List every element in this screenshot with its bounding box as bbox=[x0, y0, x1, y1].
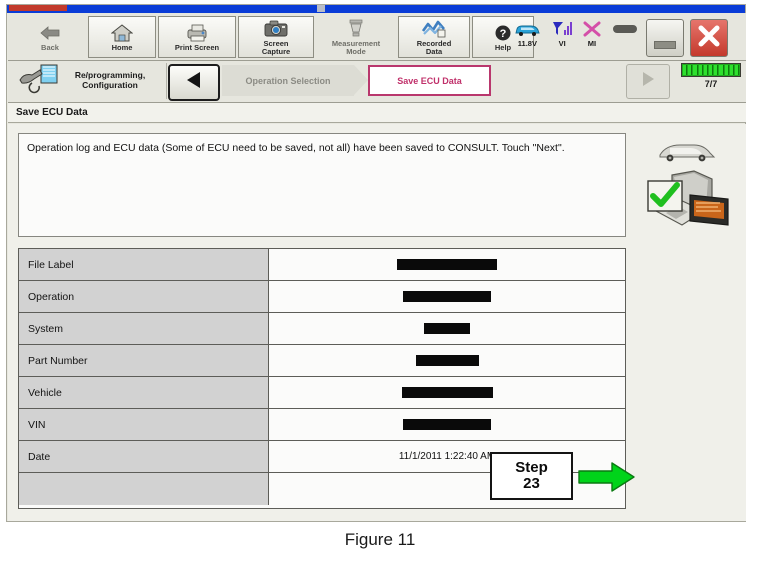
consult-app-window: Back Home Print Screen Screen Capture Me… bbox=[6, 4, 746, 522]
back-arrow-icon bbox=[39, 23, 61, 43]
status-message-text: Operation log and ECU data (Some of ECU … bbox=[27, 142, 565, 154]
page-title: Save ECU Data bbox=[8, 103, 746, 123]
step-callout-number: 23 bbox=[523, 475, 540, 492]
toolbar-button-recorded-data[interactable]: Recorded Data bbox=[398, 16, 470, 58]
toolbar-label-back: Back bbox=[41, 42, 59, 52]
redacted-value bbox=[424, 323, 470, 334]
main-toolbar: Back Home Print Screen Screen Capture Me… bbox=[8, 13, 746, 61]
breadcrumb-forward-button[interactable] bbox=[626, 64, 670, 99]
breadcrumb-bar: Re/programming, Configuration Operation … bbox=[8, 61, 746, 103]
close-icon bbox=[696, 23, 722, 54]
table-key: VIN bbox=[19, 409, 269, 440]
status-label-voltage: 11.8V bbox=[517, 39, 537, 48]
green-right-arrow-icon bbox=[578, 462, 636, 492]
table-value bbox=[269, 409, 625, 440]
toolbar-label-measurement-mode: Measurement Mode bbox=[331, 38, 381, 56]
svg-text:?: ? bbox=[500, 28, 507, 40]
breadcrumb-current-label: Save ECU Data bbox=[397, 75, 462, 86]
breadcrumb-step-save-ecu-data[interactable]: Save ECU Data bbox=[368, 65, 491, 96]
redacted-value bbox=[415, 355, 479, 366]
table-row: Operation bbox=[19, 281, 625, 313]
redacted-value bbox=[403, 291, 491, 302]
table-row: System bbox=[19, 313, 625, 345]
mode-label: Re/programming, Configuration bbox=[74, 70, 146, 90]
toolbar-button-screen-capture[interactable]: Screen Capture bbox=[238, 16, 314, 58]
table-value bbox=[269, 377, 625, 408]
status-device bbox=[612, 19, 638, 39]
step-callout-word: Step bbox=[515, 459, 548, 477]
measurement-interface-x-icon bbox=[583, 19, 601, 39]
table-row: Vehicle bbox=[19, 377, 625, 409]
breadcrumb-step-operation-selection[interactable]: Operation Selection bbox=[222, 65, 354, 96]
breadcrumb-chevron-1 bbox=[354, 65, 368, 95]
status-vehicle-voltage: 11.8V bbox=[513, 19, 541, 48]
table-key: File Label bbox=[19, 249, 269, 280]
table-row: Part Number bbox=[19, 345, 625, 377]
window-titlebar bbox=[7, 5, 745, 13]
status-measurement-interface: MI bbox=[583, 19, 601, 48]
window-close-button[interactable] bbox=[690, 19, 728, 57]
progress-text: 7/7 bbox=[704, 79, 718, 89]
breadcrumb-back-button[interactable] bbox=[168, 64, 220, 101]
titlebar-red-fragment bbox=[9, 5, 67, 11]
step-callout: Step 23 bbox=[490, 452, 573, 500]
reprogramming-icon bbox=[18, 64, 60, 99]
table-value bbox=[269, 313, 625, 344]
table-row: File Label bbox=[19, 249, 625, 281]
table-value bbox=[269, 345, 625, 376]
car-battery-icon bbox=[513, 19, 541, 39]
table-key: System bbox=[19, 313, 269, 344]
window-minimize-button[interactable] bbox=[646, 19, 684, 57]
toolbar-label-print-screen: Print Screen bbox=[174, 42, 220, 52]
table-row: VIN bbox=[19, 409, 625, 441]
toolbar-label-home: Home bbox=[111, 42, 133, 52]
camera-icon bbox=[263, 19, 289, 39]
status-vehicle-interface: VI bbox=[552, 19, 573, 48]
right-triangle-icon bbox=[639, 71, 657, 92]
toolbar-button-measurement-mode[interactable]: Measurement Mode bbox=[316, 16, 396, 58]
recorded-data-icon bbox=[421, 19, 447, 39]
redacted-value bbox=[403, 419, 491, 430]
redacted-value bbox=[401, 387, 493, 398]
figure-page: Back Home Print Screen Screen Capture Me… bbox=[0, 0, 760, 568]
table-key: Date bbox=[19, 441, 269, 472]
page-title-text: Save ECU Data bbox=[16, 107, 88, 118]
progress-bar bbox=[681, 63, 741, 77]
printer-icon bbox=[184, 23, 210, 43]
toolbar-label-screen-capture: Screen Capture bbox=[261, 38, 291, 56]
table-value bbox=[269, 281, 625, 312]
table-key: Vehicle bbox=[19, 377, 269, 408]
left-triangle-icon bbox=[184, 71, 204, 94]
vehicle-interface-icon bbox=[552, 19, 573, 39]
progress-indicator: 7/7 bbox=[680, 63, 742, 100]
titlebar-marker bbox=[317, 5, 325, 12]
breadcrumb-previous-label: Operation Selection bbox=[245, 75, 331, 86]
figure-caption: Figure 11 bbox=[0, 530, 760, 550]
save-ecu-illustration bbox=[642, 133, 738, 237]
toolbar-button-print-screen[interactable]: Print Screen bbox=[158, 16, 236, 58]
table-key: Operation bbox=[19, 281, 269, 312]
status-label-mi: MI bbox=[587, 39, 597, 48]
status-label-vi: VI bbox=[558, 39, 566, 48]
green-check-icon bbox=[647, 180, 683, 212]
table-key: Part Number bbox=[19, 345, 269, 376]
car-illustration bbox=[659, 144, 716, 162]
measurement-icon bbox=[345, 19, 367, 39]
status-indicator-cluster: 11.8V VI MI bbox=[508, 19, 643, 61]
minimize-icon bbox=[654, 41, 676, 49]
mode-indicator: Re/programming, Configuration bbox=[12, 63, 167, 99]
toolbar-button-back[interactable]: Back bbox=[14, 16, 86, 58]
status-message-box: Operation log and ECU data (Some of ECU … bbox=[18, 133, 626, 237]
table-value bbox=[269, 249, 625, 280]
toolbar-button-home[interactable]: Home bbox=[88, 16, 156, 58]
figure-caption-text: Figure 11 bbox=[344, 530, 416, 549]
redacted-value bbox=[397, 259, 497, 270]
home-icon bbox=[111, 23, 133, 43]
table-key bbox=[19, 473, 269, 505]
device-icon bbox=[612, 19, 638, 39]
toolbar-label-recorded-data: Recorded Data bbox=[416, 38, 452, 56]
